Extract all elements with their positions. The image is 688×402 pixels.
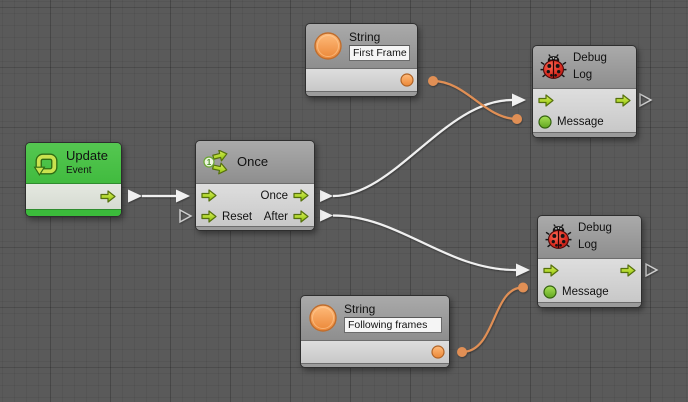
string-first-body — [306, 69, 417, 91]
once-header[interactable]: 1 Once — [196, 141, 314, 184]
string-following-value-field[interactable]: Following frames — [344, 317, 442, 333]
once-loop-icon: 1 — [203, 150, 231, 175]
string-first-header[interactable]: String First Frame — [306, 24, 417, 69]
debug-log-bottom-title-line1: Debug — [578, 221, 634, 237]
unconnected-port-reset[interactable] — [180, 210, 191, 222]
debug-bottom-message-port-icon[interactable] — [543, 285, 557, 299]
debug-log-top-header[interactable]: Debug Log — [533, 46, 636, 89]
debug-top-flow-output-icon[interactable] — [615, 94, 631, 107]
value-out-marker-string-following[interactable] — [457, 347, 467, 357]
ladybug-icon — [540, 54, 567, 80]
orange-sphere-icon — [313, 31, 343, 61]
debug-log-top-footer — [533, 132, 636, 137]
debug-log-bottom-body: Message — [538, 259, 641, 302]
debug-log-bottom-footer — [538, 302, 641, 307]
debug-log-top-title-line2: Log — [573, 68, 629, 84]
debug-log-bottom-header[interactable]: Debug Log — [538, 216, 641, 259]
once-footer — [196, 226, 314, 230]
update-event-footer — [26, 209, 121, 216]
node-update-event[interactable]: Update Event — [25, 142, 122, 217]
wire-arrowhead-debug-top-in[interactable] — [512, 94, 526, 107]
wire-arrowhead-debug-bottom-in[interactable] — [516, 264, 530, 277]
node-debug-log-bottom[interactable]: Debug Log Message — [537, 215, 642, 308]
string-following-output-port-icon[interactable] — [431, 345, 445, 359]
visual-scripting-canvas[interactable]: Update Event 1 Once — [0, 0, 688, 402]
string-first-value-field[interactable]: First Frame — [349, 45, 410, 61]
after-label: After — [264, 211, 288, 223]
string-first-footer — [306, 91, 417, 96]
value-out-marker-string-first[interactable] — [428, 76, 438, 86]
flow-out-marker-update[interactable] — [128, 190, 142, 203]
debug-bottom-flow-output-icon[interactable] — [620, 264, 636, 277]
flow-output-port-icon[interactable] — [100, 190, 116, 203]
once-output-port-icon[interactable] — [293, 189, 309, 202]
debug-top-flow-input-icon[interactable] — [538, 94, 554, 107]
wire-once-to-debug-top[interactable] — [333, 100, 512, 196]
debug-log-top-body: Message — [533, 89, 636, 132]
debug-top-message-port-icon[interactable] — [538, 115, 552, 129]
string-first-output-port-icon[interactable] — [400, 73, 414, 87]
wire-after-to-debug-bottom[interactable] — [333, 216, 516, 271]
reset-label: Reset — [222, 211, 252, 223]
string-following-body — [301, 341, 449, 363]
string-first-title: String — [349, 31, 410, 44]
node-once[interactable]: 1 Once Once Reset After — [195, 140, 315, 231]
flow-out-marker-after[interactable] — [320, 210, 333, 222]
update-event-body — [26, 184, 121, 209]
update-event-subtitle: Event — [66, 165, 114, 177]
once-badge: 1 — [207, 157, 212, 166]
node-debug-log-top[interactable]: Debug Log Message — [532, 45, 637, 138]
reset-input-port-icon[interactable] — [201, 210, 217, 223]
wire-string-following-to-message[interactable] — [462, 287, 523, 352]
debug-log-top-title-line1: Debug — [573, 51, 629, 67]
loop-arrow-icon — [33, 150, 60, 177]
once-out-label: Once — [261, 190, 289, 202]
debug-bottom-message-label: Message — [562, 286, 609, 298]
node-string-first[interactable]: String First Frame — [305, 23, 418, 97]
string-following-header[interactable]: String Following frames — [301, 296, 449, 341]
once-flow-input-icon[interactable] — [201, 189, 217, 202]
string-following-title: String — [344, 303, 442, 316]
flow-out-marker-once[interactable] — [320, 190, 333, 202]
wire-arrowhead-once-in[interactable] — [176, 190, 190, 203]
update-event-title: Update — [66, 149, 114, 163]
string-following-footer — [301, 363, 449, 367]
unconnected-port-debug-top-out[interactable] — [640, 94, 651, 106]
debug-bottom-flow-input-icon[interactable] — [543, 264, 559, 277]
once-body: Once Reset After — [196, 184, 314, 226]
ladybug-icon — [545, 224, 572, 250]
orange-sphere-icon — [308, 303, 338, 333]
value-in-marker-message-bottom[interactable] — [518, 283, 528, 293]
debug-top-message-label: Message — [557, 116, 604, 128]
once-title: Once — [237, 155, 268, 169]
update-event-header[interactable]: Update Event — [26, 143, 121, 184]
node-string-following[interactable]: String Following frames — [300, 295, 450, 368]
unconnected-port-debug-bottom-out[interactable] — [646, 264, 657, 276]
after-output-port-icon[interactable] — [293, 210, 309, 223]
debug-log-bottom-title-line2: Log — [578, 238, 634, 254]
value-in-marker-message-top[interactable] — [512, 114, 522, 124]
